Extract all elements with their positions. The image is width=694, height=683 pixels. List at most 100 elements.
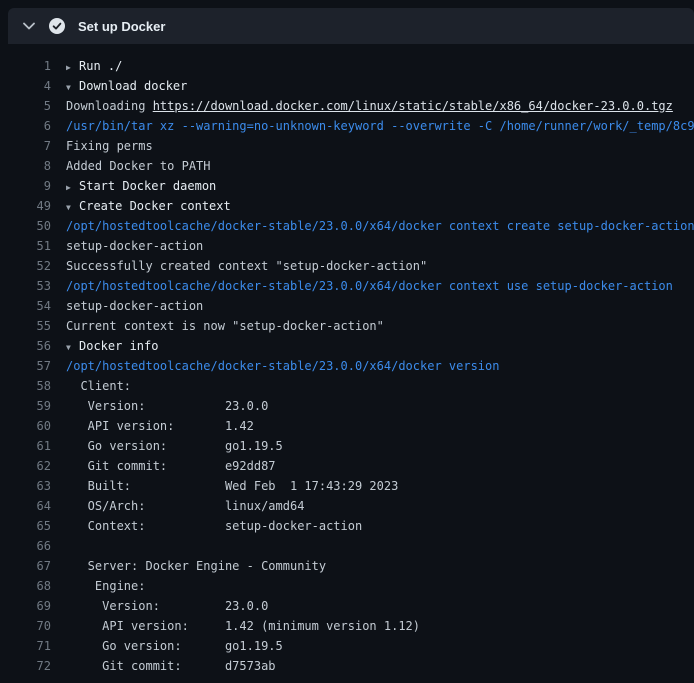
line-number[interactable]: 58 (0, 376, 51, 396)
log-line: 6/usr/bin/tar xz --warning=no-unknown-ke… (0, 116, 694, 136)
log-group-toggle[interactable]: ▶Run ./ (51, 56, 122, 76)
log-text: Git commit: d7573ab (51, 656, 276, 676)
chevron-down-icon[interactable] (22, 19, 36, 33)
log-segment: Go version: go1.19.5 (66, 639, 283, 653)
line-number[interactable]: 56 (0, 336, 51, 356)
log-line: 55Current context is now "setup-docker-a… (0, 316, 694, 336)
log-group-toggle[interactable]: ▶Start Docker daemon (51, 176, 216, 196)
log-line: 66 (0, 536, 694, 556)
log-line: 51 setup-docker-action (0, 236, 694, 256)
log-segment: setup-docker-action (66, 239, 203, 253)
log-line: 69 Version: 23.0.0 (0, 596, 694, 616)
log-link[interactable]: https://download.docker.com/linux/static… (153, 99, 673, 113)
line-number[interactable]: 72 (0, 656, 51, 676)
line-number[interactable]: 50 (0, 216, 51, 236)
log-text: Go version: go1.19.5 (51, 436, 283, 456)
log-line: 62 Git commit: e92dd87 (0, 456, 694, 476)
line-number[interactable]: 7 (0, 136, 51, 156)
log-line: 8 Added Docker to PATH (0, 156, 694, 176)
line-number[interactable]: 5 (0, 96, 51, 116)
log-segment: /opt/hostedtoolcache/docker-stable/23.0.… (66, 279, 673, 293)
log-text: /opt/hostedtoolcache/docker-stable/23.0.… (51, 356, 499, 376)
log-line: 64 OS/Arch: linux/amd64 (0, 496, 694, 516)
log-segment: Downloading (66, 99, 153, 113)
log-segment: Version: 23.0.0 (66, 599, 268, 613)
log-segment: /usr/bin/tar xz --warning=no-unknown-key… (66, 119, 694, 133)
line-number[interactable]: 66 (0, 536, 51, 556)
log-text: /usr/bin/tar xz --warning=no-unknown-key… (51, 116, 694, 136)
line-number[interactable]: 68 (0, 576, 51, 596)
line-number[interactable]: 52 (0, 256, 51, 276)
line-number[interactable]: 6 (0, 116, 51, 136)
log-lines: 1▶Run ./4▼Download docker5Downloading ht… (0, 44, 694, 683)
triangle-right-icon: ▶ (66, 178, 79, 196)
line-number[interactable]: 62 (0, 456, 51, 476)
line-number[interactable]: 60 (0, 416, 51, 436)
line-number[interactable]: 64 (0, 496, 51, 516)
line-number[interactable]: 69 (0, 596, 51, 616)
line-number[interactable]: 55 (0, 316, 51, 336)
triangle-right-icon: ▶ (66, 58, 79, 76)
line-number[interactable]: 8 (0, 156, 51, 176)
line-number[interactable]: 59 (0, 396, 51, 416)
log-segment: API version: 1.42 (minimum version 1.12) (66, 619, 420, 633)
log-segment: Server: Docker Engine - Community (66, 559, 326, 573)
log-line: 65 Context: setup-docker-action (0, 516, 694, 536)
log-segment: Docker info (79, 339, 158, 353)
log-segment: Added Docker to PATH (66, 159, 211, 173)
log-segment: Fixing perms (66, 139, 153, 153)
log-group-toggle[interactable]: ▼Docker info (51, 336, 158, 356)
line-number[interactable]: 4 (0, 76, 51, 96)
log-segment: Context: setup-docker-action (66, 519, 362, 533)
log-group-toggle[interactable]: ▼Create Docker context (51, 196, 231, 216)
log-text: Go version: go1.19.5 (51, 636, 283, 656)
log-group-toggle[interactable]: ▼Download docker (51, 76, 187, 96)
line-number[interactable]: 53 (0, 276, 51, 296)
log-line: 57/opt/hostedtoolcache/docker-stable/23.… (0, 356, 694, 376)
log-text: Downloading https://download.docker.com/… (51, 96, 673, 116)
log-line: 67 Server: Docker Engine - Community (0, 556, 694, 576)
line-number[interactable]: 1 (0, 56, 51, 76)
log-text: Git commit: e92dd87 (51, 456, 276, 476)
log-text: setup-docker-action (51, 296, 203, 316)
log-line: 4▼Download docker (0, 76, 694, 96)
log-segment: Git commit: d7573ab (66, 659, 276, 673)
log-line: 7 Fixing perms (0, 136, 694, 156)
line-number[interactable]: 71 (0, 636, 51, 656)
triangle-down-icon: ▼ (66, 198, 79, 216)
line-number[interactable]: 63 (0, 476, 51, 496)
log-segment: API version: 1.42 (66, 419, 254, 433)
log-line: 53/opt/hostedtoolcache/docker-stable/23.… (0, 276, 694, 296)
log-text: Context: setup-docker-action (51, 516, 362, 536)
check-circle-icon (49, 18, 65, 34)
line-number[interactable]: 49 (0, 196, 51, 216)
log-text: Engine: (51, 576, 145, 596)
step-title: Set up Docker (78, 19, 165, 34)
log-segment: /opt/hostedtoolcache/docker-stable/23.0.… (66, 359, 499, 373)
log-segment: Built: Wed Feb 1 17:43:29 2023 (66, 479, 398, 493)
log-line: 60 API version: 1.42 (0, 416, 694, 436)
log-text: OS/Arch: linux/amd64 (51, 496, 304, 516)
line-number[interactable]: 67 (0, 556, 51, 576)
log-text: /opt/hostedtoolcache/docker-stable/23.0.… (51, 276, 673, 296)
log-segment: Run ./ (79, 59, 122, 73)
log-line: 59 Version: 23.0.0 (0, 396, 694, 416)
line-number[interactable]: 61 (0, 436, 51, 456)
log-line: 49▼Create Docker context (0, 196, 694, 216)
log-line: 70 API version: 1.42 (minimum version 1.… (0, 616, 694, 636)
line-number[interactable]: 54 (0, 296, 51, 316)
line-number[interactable]: 51 (0, 236, 51, 256)
log-text: API version: 1.42 (minimum version 1.12) (51, 616, 420, 636)
line-number[interactable]: 9 (0, 176, 51, 196)
log-segment: Client: (66, 379, 131, 393)
line-number[interactable]: 65 (0, 516, 51, 536)
line-number[interactable]: 70 (0, 616, 51, 636)
log-line: 9▶Start Docker daemon (0, 176, 694, 196)
log-line: 71 Go version: go1.19.5 (0, 636, 694, 656)
line-number[interactable]: 57 (0, 356, 51, 376)
step-header[interactable]: Set up Docker (8, 8, 694, 44)
log-text: Fixing perms (51, 136, 153, 156)
log-segment: Successfully created context "setup-dock… (66, 259, 427, 273)
log-text: setup-docker-action (51, 236, 203, 256)
log-text: Added Docker to PATH (51, 156, 211, 176)
